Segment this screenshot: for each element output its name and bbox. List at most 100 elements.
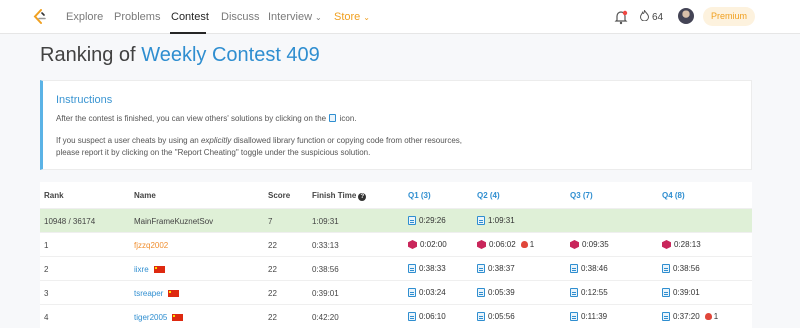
q4-cell[interactable]: 0:38:56 bbox=[662, 264, 700, 273]
nav-discuss[interactable]: Discuss bbox=[221, 11, 260, 23]
instructions-line-1-text: After the contest is finished, you can v… bbox=[56, 114, 327, 123]
solution-doc-icon bbox=[408, 288, 416, 297]
q1-cell[interactable]: 0:29:26 bbox=[408, 216, 446, 225]
header-finish-time: Finish Time? bbox=[312, 191, 367, 201]
header-q1[interactable]: Q1 (3) bbox=[408, 191, 431, 200]
header-finish-time-label: Finish Time bbox=[312, 191, 357, 200]
rank-cell: 2 bbox=[44, 265, 49, 274]
instructions-line-2-text: If you suspect a user cheats by using an bbox=[56, 136, 199, 145]
q1-cell[interactable]: 0:38:33 bbox=[408, 264, 446, 273]
leetcode-logo-icon[interactable] bbox=[32, 9, 48, 25]
q1-time: 0:02:00 bbox=[420, 240, 447, 249]
instructions-line-2-emphasis: explicitly bbox=[200, 136, 232, 145]
solution-doc-icon bbox=[408, 312, 416, 321]
contest-link[interactable]: Weekly Contest 409 bbox=[141, 44, 320, 66]
header-rank: Rank bbox=[44, 191, 64, 200]
user-link[interactable]: tiger2005 bbox=[134, 313, 167, 322]
solution-doc-icon bbox=[662, 264, 670, 273]
streak-count: 64 bbox=[652, 12, 664, 23]
help-icon[interactable]: ? bbox=[358, 193, 367, 201]
q2-cell[interactable]: 1:09:31 bbox=[477, 216, 515, 225]
user-link[interactable]: iixre bbox=[134, 265, 149, 274]
q1-time: 0:03:24 bbox=[419, 288, 446, 297]
name-cell: tsreaper bbox=[134, 289, 180, 298]
table-row: 4 tiger2005 22 0:42:20 0:06:10 0:05:56 0… bbox=[40, 304, 752, 328]
score-cell: 7 bbox=[268, 217, 273, 226]
q2-cell[interactable]: 0:05:39 bbox=[477, 288, 515, 297]
solution-doc-icon bbox=[477, 264, 485, 273]
instructions-line-3: please report it by clicking on the "Rep… bbox=[56, 148, 371, 157]
name-cell: MainFrameKuznetSov bbox=[134, 217, 214, 226]
q3-cell[interactable]: 0:38:46 bbox=[570, 264, 608, 273]
rank-cell: 3 bbox=[44, 289, 49, 298]
bug-icon bbox=[704, 313, 712, 320]
nav-interview-label: Interview bbox=[268, 11, 313, 23]
finish-cell: 0:33:13 bbox=[312, 241, 339, 250]
instructions-title: Instructions bbox=[56, 94, 113, 106]
cpp-icon bbox=[570, 240, 579, 249]
streak-counter[interactable]: 64 bbox=[639, 9, 664, 23]
q2-cell[interactable]: 0:38:37 bbox=[477, 264, 515, 273]
premium-button[interactable]: Premium bbox=[703, 7, 755, 26]
fire-icon bbox=[639, 9, 650, 22]
solution-doc-icon bbox=[477, 288, 485, 297]
nav-contest[interactable]: Contest bbox=[171, 11, 209, 23]
q4-cell[interactable]: 0:37:20 1 bbox=[662, 312, 718, 321]
solution-doc-icon bbox=[477, 312, 485, 321]
q3-cell[interactable]: 0:12:55 bbox=[570, 288, 608, 297]
q3-time: 0:38:46 bbox=[581, 264, 608, 273]
page-title-prefix: Ranking of bbox=[40, 44, 136, 66]
name-cell: tiger2005 bbox=[134, 313, 184, 322]
q1-time: 0:06:10 bbox=[419, 312, 446, 321]
instructions-line-2-suffix: disallowed library function or copying c… bbox=[233, 136, 463, 145]
header-q2[interactable]: Q2 (4) bbox=[477, 191, 500, 200]
q2-bug-count: 1 bbox=[529, 240, 535, 249]
nav-explore[interactable]: Explore bbox=[66, 11, 103, 23]
nav-interview[interactable]: Interview ⌄ bbox=[268, 11, 322, 23]
q4-cell[interactable]: 0:39:01 bbox=[662, 288, 700, 297]
table-row: 2 iixre 22 0:38:56 0:38:33 0:38:37 0:38:… bbox=[40, 256, 752, 280]
solution-doc-icon bbox=[408, 216, 416, 225]
q2-time: 0:05:56 bbox=[488, 312, 515, 321]
q4-time: 0:39:01 bbox=[673, 288, 700, 297]
q1-cell[interactable]: 0:02:00 bbox=[408, 240, 447, 249]
instructions-line-1-suffix: icon. bbox=[339, 114, 357, 123]
nav-store[interactable]: Store ⌄ bbox=[334, 11, 370, 23]
notification-bell-icon[interactable] bbox=[614, 9, 628, 25]
china-flag-icon bbox=[153, 266, 165, 273]
score-cell: 22 bbox=[268, 289, 277, 298]
q3-cell[interactable]: 0:11:39 bbox=[570, 312, 607, 321]
q2-time: 0:05:39 bbox=[488, 288, 515, 297]
header-q4[interactable]: Q4 (8) bbox=[662, 191, 685, 200]
finish-cell: 0:39:01 bbox=[312, 289, 339, 298]
solution-doc-icon bbox=[477, 216, 485, 225]
q2-cell[interactable]: 0:05:56 bbox=[477, 312, 515, 321]
q2-time: 0:38:37 bbox=[488, 264, 515, 273]
q4-bug-count: 1 bbox=[713, 312, 719, 321]
q1-cell[interactable]: 0:06:10 bbox=[408, 312, 446, 321]
chevron-down-icon: ⌄ bbox=[363, 13, 370, 22]
q1-cell[interactable]: 0:03:24 bbox=[408, 288, 446, 297]
q4-cell[interactable]: 0:28:13 bbox=[662, 240, 701, 249]
china-flag-icon bbox=[168, 290, 180, 297]
user-link[interactable]: tsreaper bbox=[134, 289, 163, 298]
user-avatar[interactable] bbox=[678, 8, 694, 24]
finish-cell: 0:42:20 bbox=[312, 313, 339, 322]
chevron-down-icon: ⌄ bbox=[315, 13, 322, 22]
solution-doc-icon bbox=[408, 264, 416, 273]
table-row: 1 fjzzq2002 22 0:33:13 0:02:00 0:06:02 1 … bbox=[40, 232, 752, 256]
nav-problems[interactable]: Problems bbox=[114, 11, 160, 23]
bug-icon bbox=[520, 241, 528, 248]
q2-cell[interactable]: 0:06:02 1 bbox=[477, 240, 534, 249]
user-link[interactable]: fjzzq2002 bbox=[134, 241, 168, 250]
q4-time: 0:37:20 bbox=[673, 312, 700, 321]
q3-time: 0:12:55 bbox=[581, 288, 608, 297]
q3-cell[interactable]: 0:09:35 bbox=[570, 240, 609, 249]
q2-time: 1:09:31 bbox=[488, 216, 515, 225]
solution-doc-icon bbox=[329, 114, 337, 122]
score-cell: 22 bbox=[268, 313, 277, 322]
q1-time: 0:38:33 bbox=[419, 264, 446, 273]
solution-doc-icon bbox=[570, 288, 578, 297]
solution-doc-icon bbox=[662, 312, 670, 321]
header-q3[interactable]: Q3 (7) bbox=[570, 191, 593, 200]
